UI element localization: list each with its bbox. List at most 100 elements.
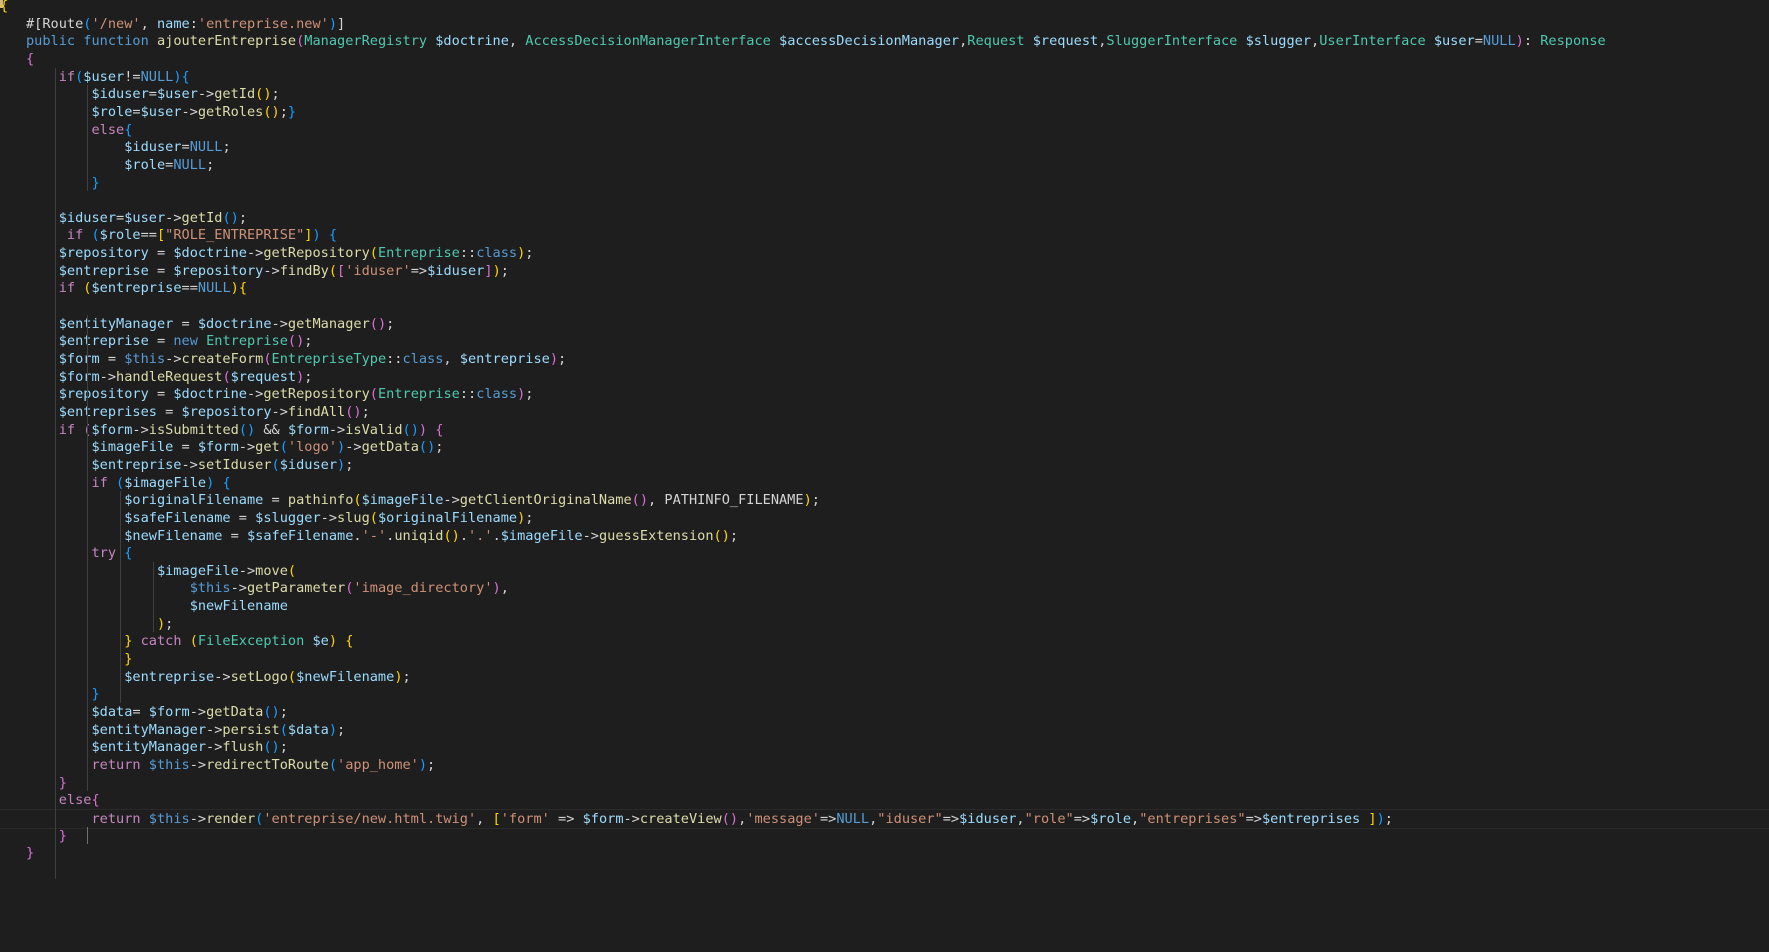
code-token: [	[492, 810, 501, 827]
code-token: !=	[124, 68, 141, 85]
code-token: getManager	[287, 315, 370, 332]
code-token: $iduser	[58, 209, 117, 226]
code-token: getId	[181, 209, 223, 226]
code-token: =	[99, 351, 125, 367]
code-token: $form	[91, 421, 133, 438]
code-token: (	[116, 474, 125, 491]
code-token: '-'	[361, 527, 387, 544]
code-token: ()	[263, 739, 280, 756]
code-token: )	[230, 280, 239, 297]
code-token: $iduser	[959, 810, 1017, 827]
code-token: ;	[427, 756, 436, 773]
code-token: ;	[238, 209, 247, 226]
code-token: ;	[525, 245, 534, 262]
code-token: (	[369, 509, 378, 526]
code-token: }	[124, 633, 141, 650]
code-token: getParameter	[246, 580, 346, 597]
code-token: $entreprise	[459, 351, 550, 367]
code-token: (	[353, 492, 362, 509]
code-token: 'image_directory'	[353, 580, 493, 597]
code-token: )	[328, 721, 338, 738]
code-token: $form	[582, 810, 624, 827]
code-token: $newFilename	[124, 527, 223, 544]
code-token: =>	[819, 810, 837, 827]
code-token: ()	[238, 421, 256, 438]
code-token: )	[418, 421, 436, 438]
code-token: function	[83, 33, 157, 50]
code-token: ajouterEntreprise	[156, 33, 297, 50]
code-token: if	[58, 280, 84, 297]
code-token: Entreprise	[206, 333, 288, 350]
code-token: $slugger	[255, 509, 321, 526]
code-token: ;	[337, 721, 346, 738]
code-token: ]	[1368, 810, 1377, 827]
code-token: Request	[967, 33, 1033, 50]
code-token: {	[238, 280, 248, 297]
code-token: =	[222, 527, 247, 544]
code-token: ,	[1131, 810, 1140, 827]
code-token: return	[91, 756, 149, 773]
code-token: :	[1523, 33, 1541, 50]
code-token: $repository	[181, 403, 272, 420]
code-token: getRepository	[263, 245, 370, 262]
code-editor[interactable]: {#[Route('/new', name:'entreprise.new')]…	[0, 0, 1769, 952]
code-token: .	[353, 527, 362, 544]
code-token: "iduser"	[877, 810, 943, 827]
code-token: if	[66, 227, 92, 244]
code-token: $newFilename	[296, 668, 395, 685]
code-token: ,	[443, 351, 460, 367]
code-token: ->	[214, 668, 231, 685]
code-token: =	[148, 245, 174, 262]
code-token: ==	[181, 280, 198, 297]
code-token: class	[476, 245, 518, 262]
code-token: }	[287, 103, 297, 120]
code-token: ;	[271, 86, 280, 103]
code-token: ;	[729, 527, 739, 544]
code-token: =	[181, 139, 190, 156]
code-token: ;	[435, 439, 444, 456]
code-token: =>	[1073, 810, 1091, 827]
code-token: ;	[279, 704, 288, 720]
code-token: ()	[418, 439, 436, 456]
code-token: [	[337, 262, 346, 279]
code-token: pathinfo	[287, 492, 354, 509]
code-token: )	[492, 580, 501, 597]
code-token: ->	[271, 403, 288, 420]
code-token: {	[91, 792, 100, 809]
code-token: (	[279, 721, 288, 738]
code-token: else	[58, 792, 92, 809]
code-token: ->	[165, 209, 182, 226]
code-token: =	[173, 439, 198, 456]
code-token: $this	[148, 810, 190, 827]
code-token: (	[279, 439, 288, 456]
code-token: $repository	[58, 245, 149, 262]
code-token: get	[255, 439, 280, 456]
code-token: $iduser	[427, 262, 485, 279]
code-token: ,	[648, 492, 665, 509]
code-token: &&	[255, 421, 288, 438]
code-token: {	[26, 50, 35, 67]
code-token: $entreprise	[58, 262, 149, 279]
code-token: $imageFile	[361, 492, 444, 509]
code-token: ,	[140, 15, 157, 32]
code-token: SluggerInterface	[1106, 33, 1246, 50]
indent-guide	[87, 314, 89, 792]
code-token: ->	[189, 756, 207, 773]
code-token: '/new'	[91, 15, 141, 32]
code-token: ;	[304, 333, 313, 350]
code-token: $user	[124, 209, 166, 226]
code-token: $role	[99, 227, 141, 244]
code-token: ()	[631, 492, 649, 509]
code-token: "entreprises"	[1139, 810, 1246, 827]
code-token: FileException	[197, 633, 313, 650]
code-token: createView	[639, 810, 722, 827]
code-token: new	[173, 333, 207, 350]
code-token: $entityManager	[58, 315, 174, 332]
code-token: ;	[304, 368, 313, 385]
code-token: $doctrine	[197, 315, 272, 332]
code-token: ,	[1311, 33, 1320, 50]
code-token: $entreprise	[91, 280, 182, 297]
code-token: 'app_home'	[337, 756, 419, 773]
code-token: ->	[189, 810, 207, 827]
code-token: ()	[721, 810, 739, 827]
